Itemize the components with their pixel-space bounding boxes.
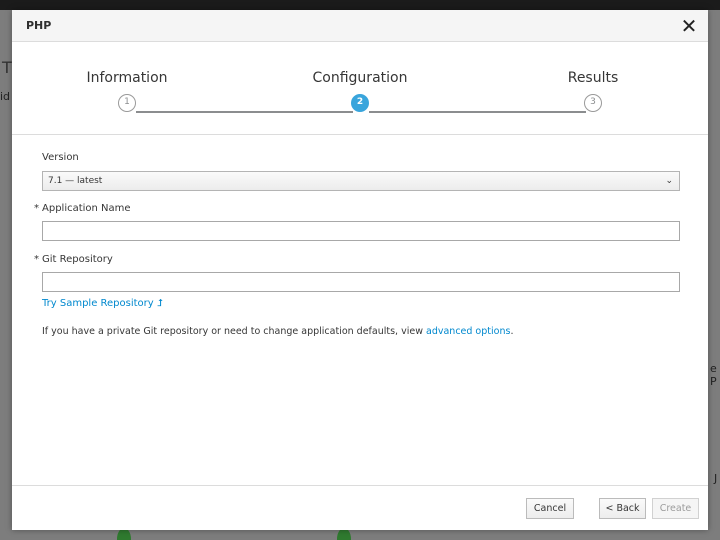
help-text: If you have a private Git repository or … <box>42 326 513 337</box>
git-repository-label-text: Git Repository <box>42 254 113 265</box>
background-text-fragment: T <box>2 58 12 77</box>
application-name-input[interactable] <box>42 221 680 241</box>
step-configuration[interactable]: Configuration 2 <box>270 43 450 112</box>
step-label: Results <box>567 70 619 86</box>
step-number-circle: 3 <box>584 94 602 112</box>
version-select[interactable]: 7.1 — latest ⌄ <box>42 171 680 191</box>
background-text-fragment: J <box>714 472 718 485</box>
application-name-label: * Application Name <box>34 203 131 214</box>
git-repository-input[interactable] <box>42 272 680 292</box>
chevron-down-icon: ⌄ <box>665 176 673 186</box>
step-connector <box>136 111 353 113</box>
step-number-circle: 1 <box>118 94 136 112</box>
version-select-value: 7.1 — latest <box>48 176 103 186</box>
help-text-prefix: If you have a private Git repository or … <box>42 326 426 337</box>
required-marker: * <box>34 203 39 214</box>
step-connector <box>369 111 586 113</box>
help-text-suffix: . <box>510 326 514 337</box>
modal-footer: Cancel < Back Create <box>12 485 708 530</box>
background-topbar <box>0 0 720 10</box>
application-name-label-text: Application Name <box>42 203 131 214</box>
background-text-fragment: id <box>0 90 11 103</box>
version-label: Version <box>42 152 79 163</box>
create-button[interactable]: Create <box>652 498 699 519</box>
modal-title: PHP <box>26 19 52 32</box>
step-results[interactable]: Results 3 <box>503 43 683 112</box>
close-icon[interactable]: ✕ <box>678 15 700 37</box>
back-button[interactable]: < Back <box>599 498 646 519</box>
background-text-fragment: e P <box>710 362 717 388</box>
step-label: Information <box>86 70 168 86</box>
modal-header: PHP ✕ <box>12 10 708 42</box>
step-information[interactable]: Information 1 <box>37 43 217 112</box>
step-label: Configuration <box>312 70 408 86</box>
wizard-steps: Information 1 Configuration 2 Results 3 <box>12 43 708 135</box>
cancel-button[interactable]: Cancel <box>526 498 574 519</box>
advanced-options-link[interactable]: advanced options <box>426 326 510 337</box>
required-marker: * <box>34 254 39 265</box>
git-repository-label: * Git Repository <box>34 254 113 265</box>
wizard-modal: PHP ✕ Information 1 Configuration 2 Resu… <box>12 10 708 530</box>
try-sample-repository-link[interactable]: Try Sample Repository ⮥ <box>42 298 163 309</box>
step-number-circle: 2 <box>351 94 369 112</box>
